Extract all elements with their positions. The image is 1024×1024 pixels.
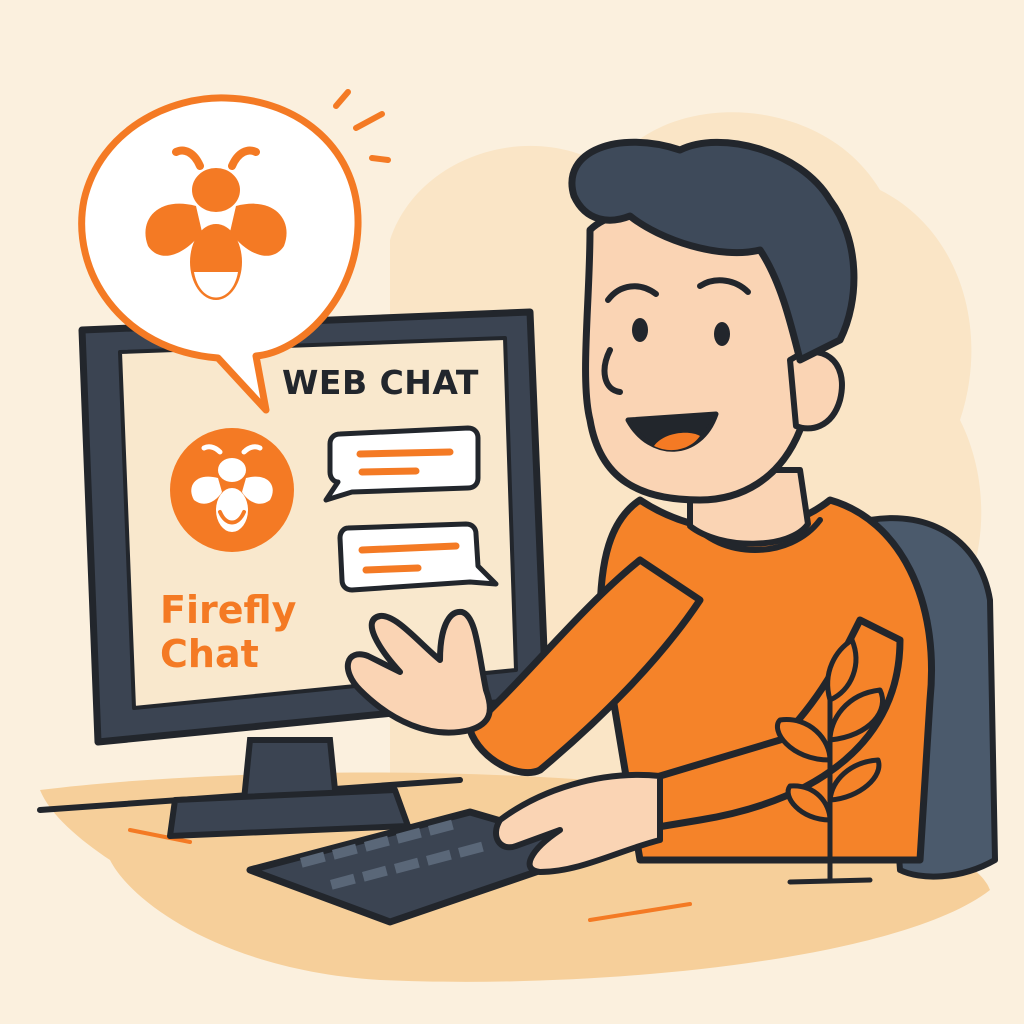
sparkle-lines — [333, 89, 391, 163]
brand-name-line: Firefly — [160, 588, 297, 632]
screen-title: WEB CHAT — [282, 363, 479, 402]
illustration-scene: WEB CHAT Firefly Chat — [0, 0, 1024, 1024]
monitor-base — [167, 787, 411, 839]
person-eye — [632, 318, 648, 342]
firefly-icon — [170, 428, 294, 552]
person-eye — [714, 322, 730, 346]
chat-message-bubble — [323, 425, 481, 503]
brand-name: Firefly Chat — [160, 588, 330, 676]
chat-message-bubble — [337, 521, 499, 593]
illustration-artwork — [37, 89, 998, 982]
person-ear — [787, 349, 845, 432]
brand-name-line: Chat — [160, 632, 259, 676]
